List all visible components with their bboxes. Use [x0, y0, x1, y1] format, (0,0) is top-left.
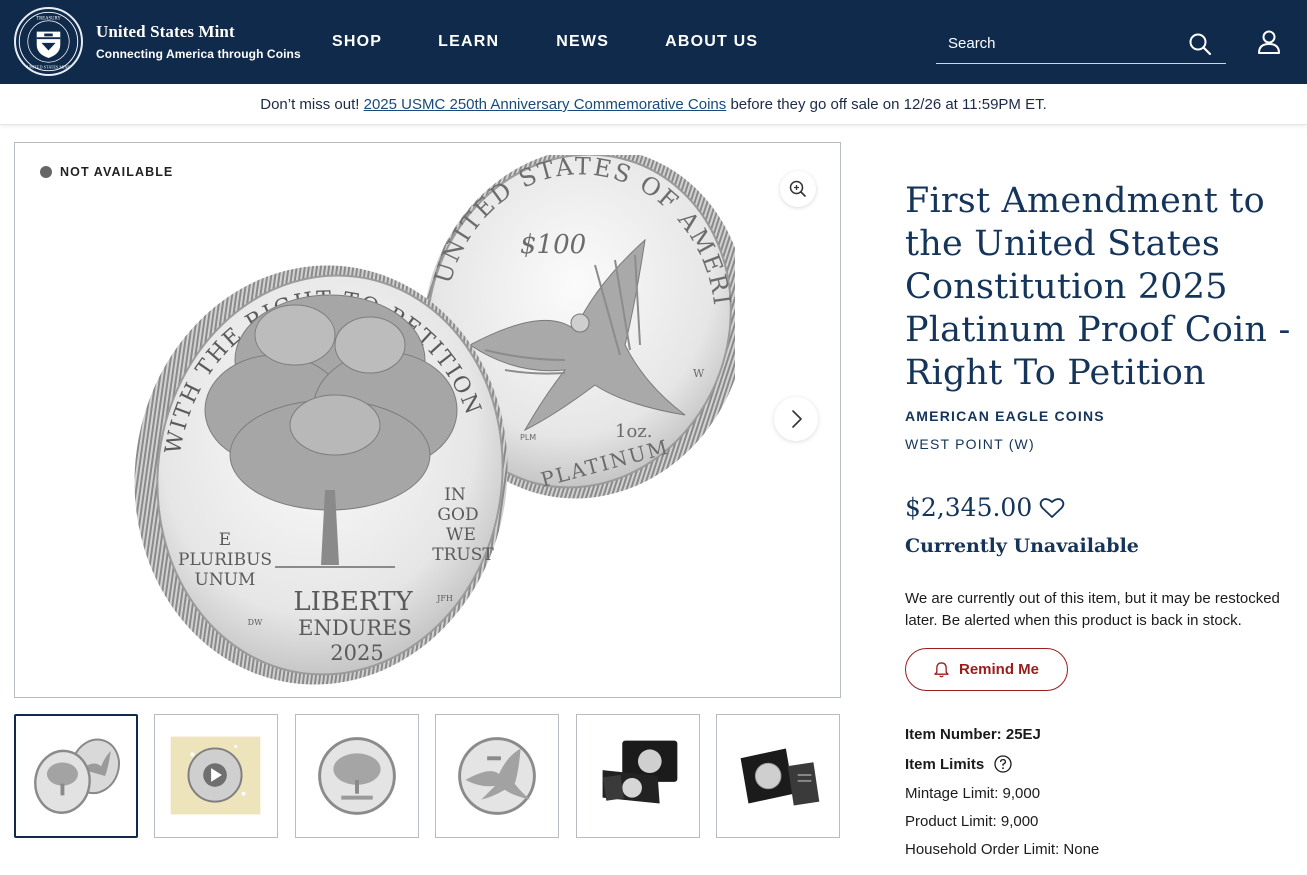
mintage-limit: Mintage Limit: 9,000	[905, 785, 1041, 802]
search-input[interactable]	[948, 30, 1178, 56]
nav-shop[interactable]: SHOP	[332, 33, 382, 51]
site-header: TREASURY UNITED STATES MINT United State…	[0, 0, 1307, 84]
item-number: Item Number: 25EJ	[905, 726, 1041, 743]
nav-news[interactable]: NEWS	[556, 33, 609, 51]
product-limit: Product Limit: 9,000	[905, 813, 1039, 830]
help-icon[interactable]	[994, 755, 1012, 773]
reverse-denomination: $100	[520, 230, 586, 260]
obverse-we: WE	[446, 525, 476, 545]
obverse-initials-right: JFH	[436, 594, 453, 603]
next-image-button[interactable]	[774, 397, 818, 441]
account-icon[interactable]	[1256, 29, 1282, 55]
remind-me-label: Remind Me	[958, 661, 1039, 678]
heart-icon[interactable]	[1039, 496, 1065, 520]
obverse-endures: ENDURES	[298, 616, 412, 640]
thumbnail-video[interactable]	[154, 714, 278, 838]
promo-banner: Don’t miss out! 2025 USMC 250th Annivers…	[0, 84, 1307, 125]
product-main-image[interactable]: NOT AVAILABLE UNITED STATES OF AMERICA $…	[14, 142, 841, 698]
nav-about-us[interactable]: ABOUT US	[665, 33, 758, 51]
zoom-icon	[789, 180, 806, 197]
remind-me-button[interactable]: Remind Me	[905, 648, 1068, 691]
product-price: $2,345.00	[905, 493, 1033, 522]
thumbnail-obverse[interactable]	[295, 714, 419, 838]
obverse-year: 2025	[330, 641, 383, 665]
obverse-pluribus: PLURIBUS	[178, 550, 272, 570]
item-limits: Item Limits	[905, 755, 1012, 773]
stock-message: We are currently out of this item, but i…	[905, 590, 1280, 629]
obverse-unum: UNUM	[195, 570, 256, 590]
brand-name: United States Mint	[96, 22, 235, 41]
brand-tagline: Connecting America through Coins	[96, 47, 301, 61]
thumbnail-case-closed[interactable]	[716, 714, 840, 838]
search-box	[936, 24, 1226, 64]
main-nav: SHOP LEARN NEWS ABOUT US	[332, 33, 814, 51]
obverse-in: IN	[444, 485, 466, 505]
reverse-initials: PLM	[520, 433, 536, 442]
bell-icon	[934, 662, 949, 678]
status-dot	[40, 166, 52, 178]
item-limits-label: Item Limits	[905, 755, 985, 773]
reverse-mint-mark: W	[693, 367, 705, 380]
thumbnail-both-coins[interactable]	[14, 714, 138, 838]
thumbnail-strip	[14, 714, 841, 838]
thumbnail-case-open[interactable]	[576, 714, 700, 838]
banner-suffix: before they go off sale on 12/26 at 11:5…	[730, 96, 1047, 113]
search-icon[interactable]	[1188, 32, 1212, 56]
coin-image: UNITED STATES OF AMERICA $100 1oz. PLATI…	[125, 155, 735, 685]
product-mint: WEST POINT (W)	[905, 436, 1035, 452]
banner-prefix: Don’t miss out!	[260, 96, 360, 113]
zoom-button[interactable]	[780, 171, 816, 207]
obverse-god: GOD	[437, 505, 478, 525]
obverse-trust: TRUST	[432, 545, 494, 565]
obverse-liberty: LIBERTY	[293, 587, 413, 617]
seal-text-bottom: UNITED STATES MINT	[27, 64, 71, 69]
banner-link[interactable]: 2025 USMC 250th Anniversary Commemorativ…	[364, 96, 727, 113]
brand[interactable]: United States Mint Connecting America th…	[96, 22, 301, 61]
seal-text-top: TREASURY	[36, 16, 61, 21]
obverse-initials-left: DW	[248, 618, 263, 627]
us-mint-seal-logo[interactable]: TREASURY UNITED STATES MINT	[14, 7, 83, 76]
product-title: First Amendment to the United States Con…	[905, 181, 1291, 393]
thumbnail-reverse[interactable]	[435, 714, 559, 838]
obverse-e: E	[219, 530, 231, 550]
nav-learn[interactable]: LEARN	[438, 33, 499, 51]
household-order-limit: Household Order Limit: None	[905, 841, 1100, 858]
chevron-right-icon	[792, 410, 802, 428]
product-category-link[interactable]: AMERICAN EAGLE COINS	[905, 408, 1105, 424]
availability-status: Currently Unavailable	[905, 535, 1139, 557]
